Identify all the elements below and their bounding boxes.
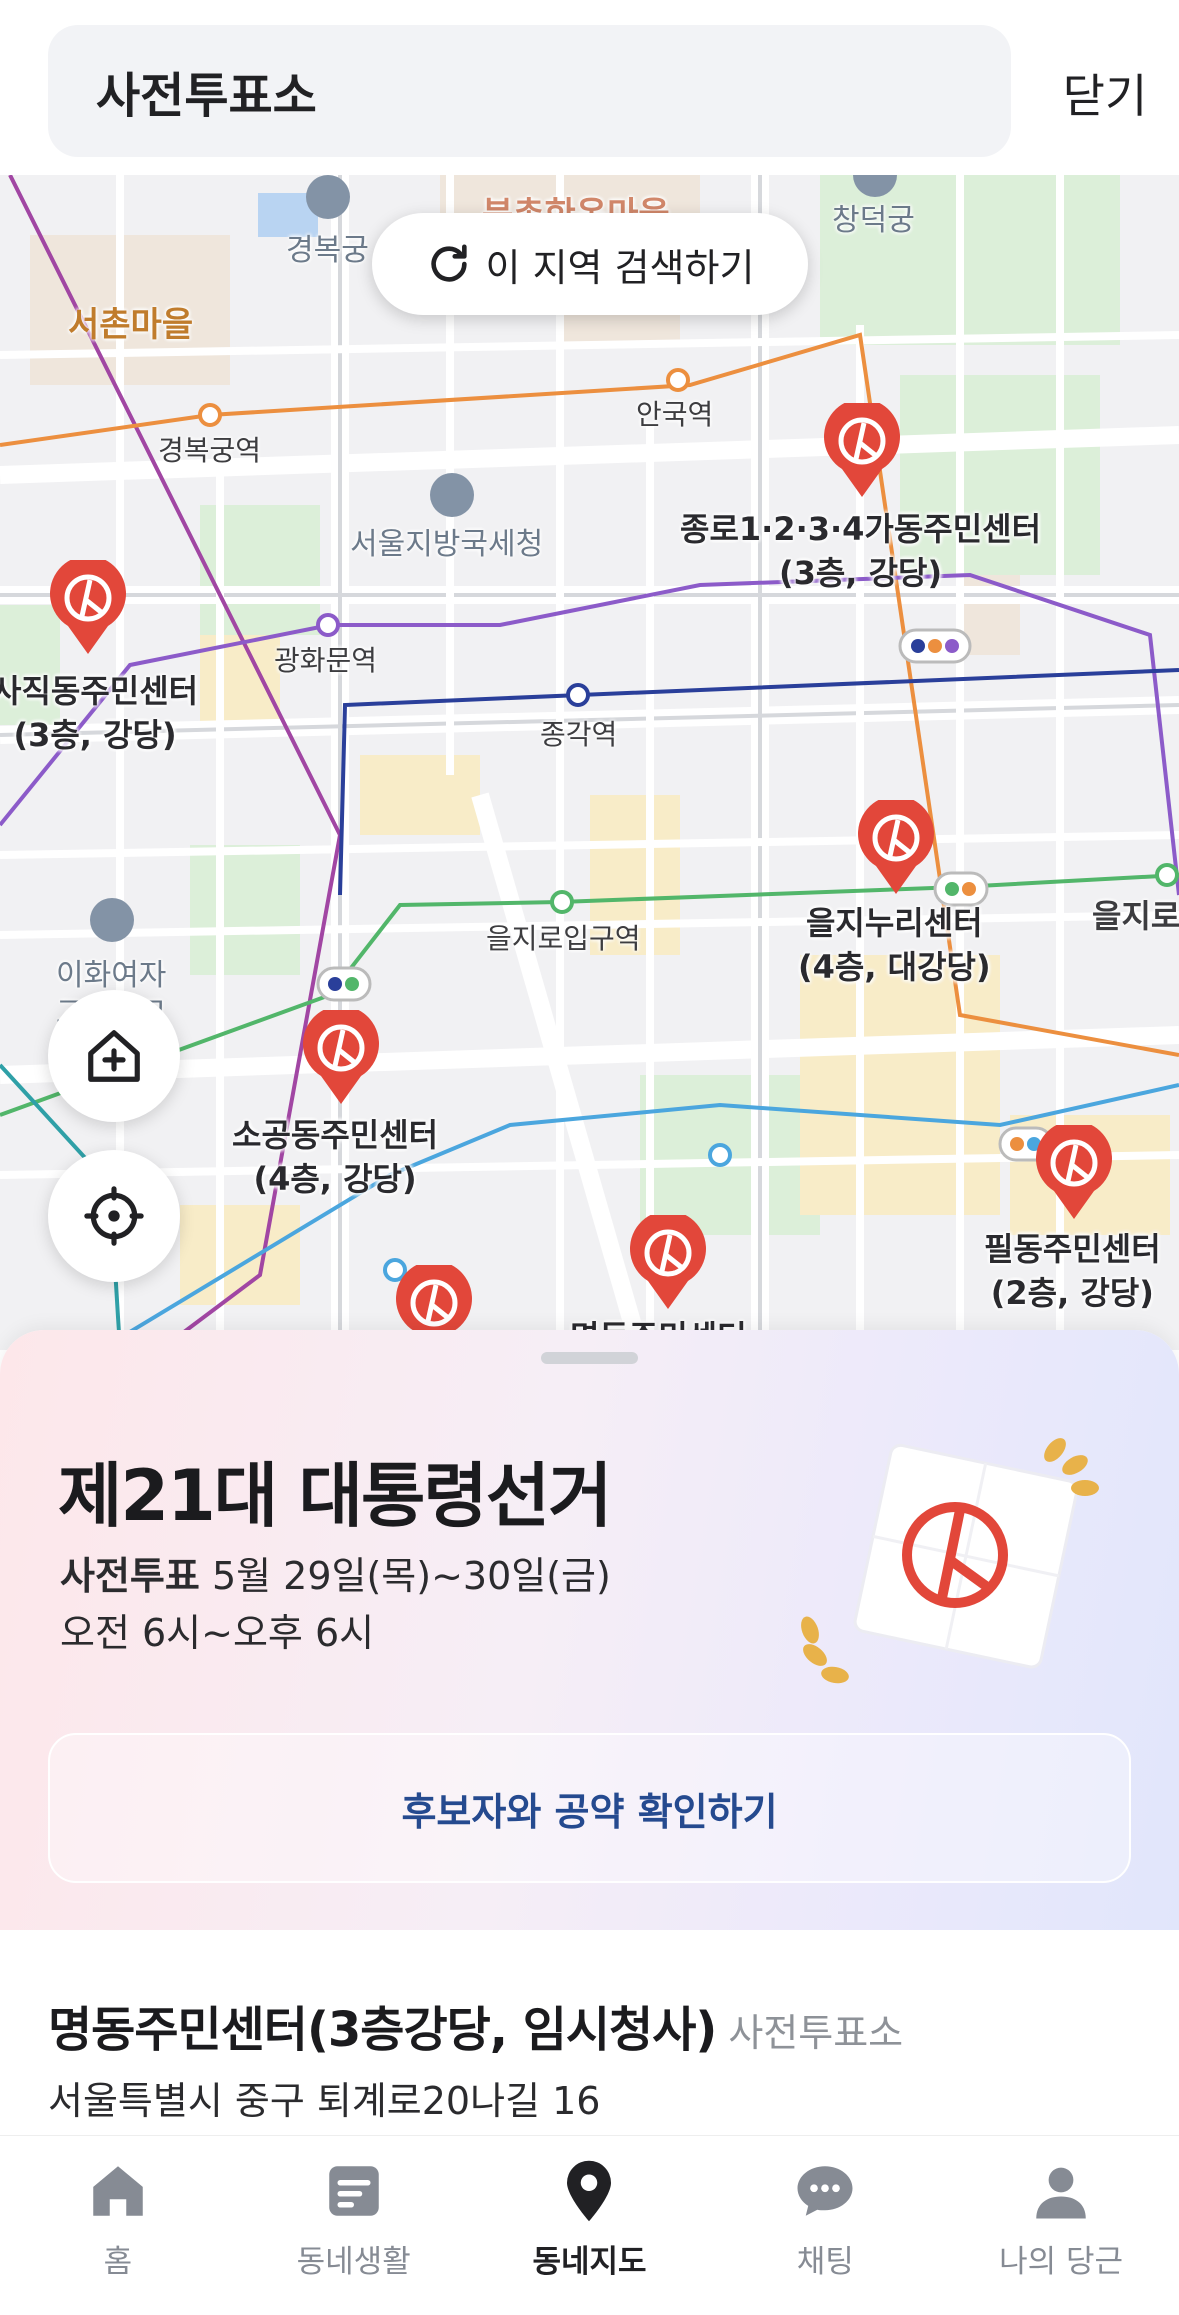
place-label-floor: (3층, 강당) (778, 554, 943, 592)
early-vote-dates: 사전투표 5월 29일(목)~30일(금) (60, 1545, 611, 1600)
tab-chat[interactable]: 채팅 (707, 2136, 943, 2315)
search-this-area-label: 이 지역 검색하기 (485, 245, 755, 290)
close-button[interactable]: 닫기 (1040, 60, 1170, 126)
map-label-euljiro: 을지로 (1092, 897, 1179, 935)
tab-label: 채팅 (796, 2244, 854, 2280)
tab-home[interactable]: 홈 (0, 2136, 236, 2315)
search-this-area-button[interactable]: 이 지역 검색하기 (372, 213, 808, 315)
vote-pin-icon[interactable] (628, 1215, 708, 1311)
place-label-sajik[interactable]: 사직동주민센터 (3층, 강당) (0, 669, 198, 757)
map-label-euljiro1-station: 을지로입구역 (486, 922, 641, 955)
place-label-name: 소공동주민센터 (232, 1116, 439, 1154)
map-label-changdeokgung: 창덕궁 (832, 203, 915, 238)
place-label-euljinuri[interactable]: 을지누리센터 (4층, 대강당) (798, 901, 991, 989)
vote-pin-icon[interactable] (48, 560, 128, 656)
place-label-pildong[interactable]: 필동주민센터 (2층, 강당) (984, 1227, 1161, 1315)
map-label-jonggak-station: 종각역 (540, 718, 618, 751)
community-icon (328, 2166, 379, 2216)
vote-pin-icon[interactable] (856, 800, 936, 896)
selected-place-title[interactable]: 명동주민센터(3층강당, 임시청사) 사전투표소 (48, 1990, 903, 2060)
place-label-floor: (4층, 강당) (253, 1160, 417, 1198)
place-label-sogong[interactable]: 소공동주민센터 (4층, 강당) (232, 1113, 438, 1201)
place-label-floor: (3층, 강당) (13, 716, 177, 754)
map-base (0, 175, 1179, 1350)
place-label-jongno[interactable]: 종로1·2·3·4가동주민센터 (3층, 강당) (680, 507, 1041, 595)
early-vote-date-range: 5월 29일(목)~30일(금) (211, 1554, 611, 1598)
home-plus-icon (88, 1030, 140, 1082)
search-input[interactable]: 사전투표소 (48, 25, 1011, 157)
home-location-button[interactable] (48, 990, 180, 1122)
tab-label: 동네지도 (532, 2244, 647, 2280)
place-label-name: 필동주민센터 (984, 1230, 1161, 1268)
map-pin-icon (567, 2160, 612, 2222)
selected-place-type: 사전투표소 (728, 2011, 904, 2055)
tab-neighborhood-map[interactable]: 동네지도 (472, 2136, 708, 2315)
map-label-seochon: 서촌마을 (68, 305, 194, 345)
current-location-button[interactable] (48, 1150, 180, 1282)
refresh-icon (430, 244, 467, 282)
map-label-anguk-station: 안국역 (636, 398, 714, 431)
tab-label: 나의 당근 (999, 2244, 1124, 2280)
tab-my-profile[interactable]: 나의 당근 (943, 2136, 1179, 2315)
vote-pin-icon[interactable] (301, 1010, 381, 1106)
vote-pin-icon[interactable] (822, 403, 902, 499)
election-title: 제21대 대통령선거 (58, 1455, 613, 1537)
tab-label: 동네생활 (296, 2244, 411, 2280)
chat-icon (797, 2166, 853, 2216)
selected-place-name: 명동주민센터(3층강당, 임시청사) (48, 2002, 717, 2058)
map-view[interactable]: 경복궁 북촌한옥마을 창덕궁 서촌마을 안국역 경복궁역 서울지방국세청 광화문… (0, 175, 1179, 1350)
place-label-name: 을지누리센터 (805, 904, 983, 942)
map-label-gyeongbokgung: 경복궁 (286, 233, 369, 268)
early-vote-label: 사전투표 (60, 1554, 200, 1598)
map-label-gwanghwamun-station: 광화문역 (274, 644, 378, 677)
home-icon (93, 2166, 143, 2216)
crosshair-icon (84, 1186, 144, 1246)
map-label-seoul-tax-office: 서울지방국세청 (350, 527, 544, 562)
selected-place-address: 서울특별시 중구 퇴계로20나길 16 (48, 2079, 601, 2123)
vote-pin-icon[interactable] (1034, 1125, 1114, 1221)
map-label-gyeongbokgung-station: 경복궁역 (158, 434, 262, 467)
ballot-illustration-icon (801, 1438, 1099, 1684)
place-label-floor: (4층, 대강당) (798, 948, 991, 986)
profile-icon (1036, 2167, 1086, 2219)
header: 사전투표소 닫기 (0, 0, 1179, 175)
tab-label: 홈 (103, 2244, 133, 2280)
tab-community[interactable]: 동네생활 (236, 2136, 472, 2315)
place-label-floor: (2층, 강당) (990, 1274, 1154, 1312)
sheet-drag-handle[interactable] (541, 1352, 638, 1364)
bottom-tab-bar: 홈 동네생활 동네지도 채팅 나의 당근 (0, 2135, 1179, 2315)
place-label-name: 종로1·2·3·4가동주민센터 (680, 510, 1042, 548)
vote-hours: 오전 6시~오후 6시 (60, 1611, 375, 1655)
view-candidates-button[interactable]: 후보자와 공약 확인하기 (48, 1733, 1131, 1883)
place-label-name: 사직동주민센터 (0, 672, 199, 710)
